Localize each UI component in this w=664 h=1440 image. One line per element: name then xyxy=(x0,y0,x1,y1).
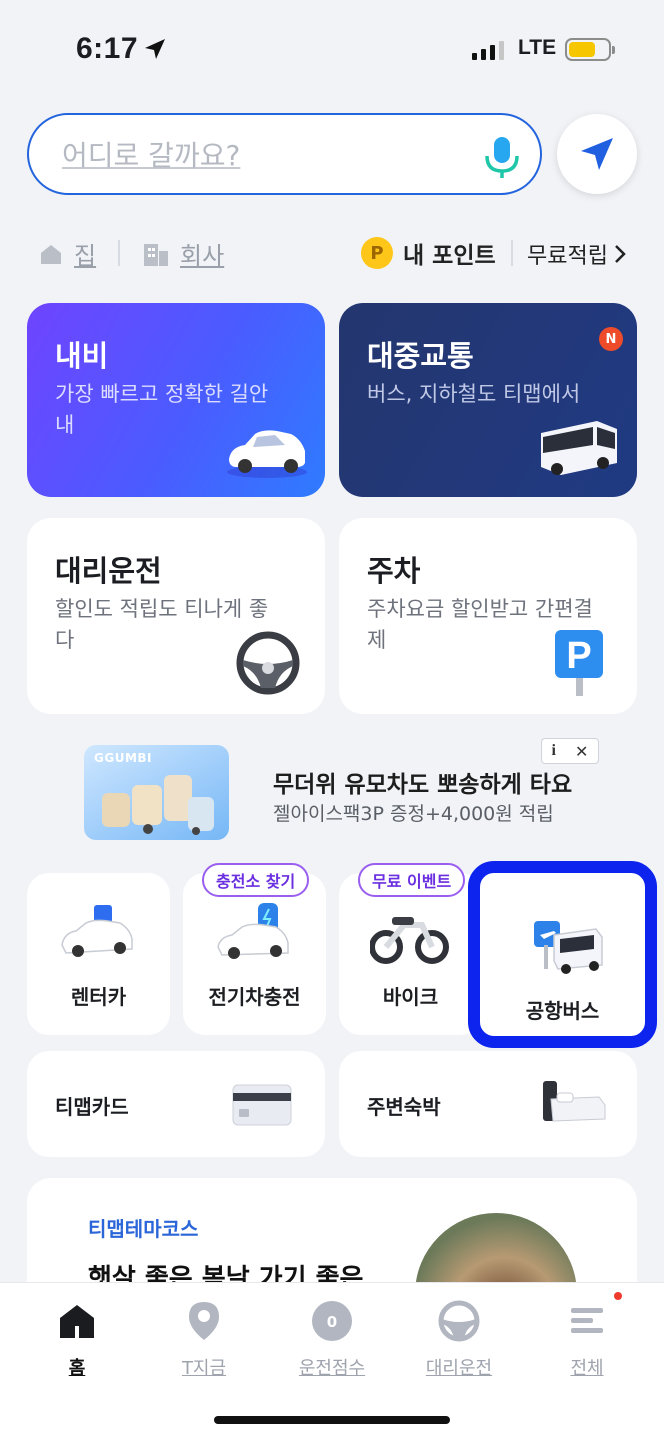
tab-designated-driver-label: 대리운전 xyxy=(425,1358,493,1379)
tile-airport-bus[interactable]: 공항버스 xyxy=(468,861,657,1048)
tile-airport-bus-label: 공항버스 xyxy=(525,999,600,1023)
close-icon[interactable]: ✕ xyxy=(575,742,588,761)
point-coin-icon: P xyxy=(361,237,393,269)
ad-controls[interactable]: i ✕ xyxy=(541,738,599,764)
tile-rental-car-label: 렌터카 xyxy=(70,985,127,1009)
tile-bike[interactable]: 바이크 xyxy=(339,873,482,1035)
location-arrow-icon xyxy=(145,39,165,59)
free-earn-label: 무료적립 xyxy=(527,244,608,269)
ad-title[interactable]: 무더위 유모차도 뽀송하게 타요 xyxy=(273,765,572,799)
shortcut-home-label: 집 xyxy=(74,242,97,270)
parking-sign-icon: P xyxy=(555,630,603,696)
transit-card[interactable]: 대중교통 버스, 지하철도 티맵에서 N xyxy=(339,303,637,497)
menu-icon xyxy=(571,1308,603,1333)
theme-tag: 티맵테마코스 xyxy=(88,1217,199,1241)
tile-tmap-card-label: 티맵카드 xyxy=(55,1095,129,1119)
rental-car-icon xyxy=(61,905,133,957)
ev-charger-icon xyxy=(217,903,289,959)
signal-icon xyxy=(472,40,504,60)
navi-card[interactable]: 내비 가장 빠르고 정확한 길안내 xyxy=(27,303,325,497)
search-input[interactable] xyxy=(62,135,462,175)
battery-tip xyxy=(612,46,615,54)
ad-brand: GGUMBI xyxy=(94,751,152,765)
current-location-button[interactable] xyxy=(557,114,637,194)
tab-home[interactable]: 홈 xyxy=(27,1298,127,1380)
parking-title: 주차 xyxy=(367,554,421,588)
bike-icon xyxy=(370,917,449,964)
info-icon[interactable]: i xyxy=(552,742,556,760)
microphone-icon[interactable] xyxy=(481,135,523,181)
tile-rental-car[interactable]: 렌터카 xyxy=(27,873,170,1035)
tile-tmap-card[interactable]: 티맵카드 xyxy=(27,1051,325,1157)
baby-car-seat-icon xyxy=(102,775,214,835)
navi-title: 내비 xyxy=(55,339,109,373)
steering-wheel-icon xyxy=(236,631,300,695)
notification-dot xyxy=(614,1292,622,1300)
tab-t-now[interactable]: T지금 xyxy=(154,1298,254,1380)
credit-card-icon xyxy=(232,1084,292,1126)
ad-banner-image[interactable]: GGUMBI xyxy=(84,745,229,840)
airport-bus-icon xyxy=(534,921,603,974)
find-charger-tag[interactable]: 충전소 찾기 xyxy=(202,863,310,897)
tile-nearby-lodging[interactable]: 주변숙박 xyxy=(339,1051,637,1157)
tab-t-now-label: T지금 xyxy=(181,1358,227,1379)
tab-home-label: 홈 xyxy=(68,1358,86,1379)
home-icon xyxy=(60,1305,94,1338)
shortcut-home[interactable]: 집 xyxy=(38,236,96,271)
search-bar[interactable] xyxy=(27,113,542,195)
free-earn-link[interactable]: 무료적립 xyxy=(527,238,626,270)
network-label: LTE xyxy=(518,36,557,59)
tile-ev-charging-label: 전기차충전 xyxy=(208,985,301,1009)
house-icon xyxy=(41,244,61,264)
steering-wheel-icon xyxy=(438,1300,480,1342)
gauge-icon: 0 xyxy=(312,1301,352,1341)
tile-bike-label: 바이크 xyxy=(382,985,439,1009)
tab-driving-score-label: 운전점수 xyxy=(298,1358,366,1379)
divider xyxy=(118,240,120,266)
tab-all-label: 전체 xyxy=(570,1358,604,1379)
tile-nearby-lodging-label: 주변숙박 xyxy=(367,1095,441,1119)
tab-driving-score[interactable]: 0 운전점수 xyxy=(282,1298,382,1380)
svg-text:P: P xyxy=(566,635,591,677)
building-icon xyxy=(144,243,168,266)
car-icon xyxy=(227,430,307,478)
free-event-tag[interactable]: 무료 이벤트 xyxy=(358,863,466,897)
my-points-button[interactable]: P 내 포인트 xyxy=(361,236,496,270)
divider xyxy=(511,240,513,266)
new-badge: N xyxy=(599,327,623,351)
bed-icon xyxy=(543,1081,606,1122)
gauge-value: 0 xyxy=(327,1313,337,1331)
navigation-arrow-icon xyxy=(581,138,613,170)
pin-icon xyxy=(189,1302,219,1340)
tab-all[interactable]: 전체 xyxy=(537,1298,637,1380)
status-time: 6:17 xyxy=(76,32,139,65)
home-indicator[interactable] xyxy=(214,1416,450,1424)
transit-title: 대중교통 xyxy=(367,339,474,373)
parking-card[interactable]: 주차 주차요금 할인받고 간편결제 P xyxy=(339,518,637,714)
driver-title: 대리운전 xyxy=(55,554,162,588)
transit-desc: 버스, 지하철도 티맵에서 xyxy=(367,382,581,406)
chevron-right-icon xyxy=(615,245,626,263)
shortcut-office[interactable]: 회사 xyxy=(142,236,224,271)
battery-icon xyxy=(565,38,611,61)
tab-designated-driver[interactable]: 대리운전 xyxy=(409,1298,509,1380)
ad-subtitle: 젤아이스팩3P 증정+4,000원 적립 xyxy=(273,803,554,825)
designated-driver-card[interactable]: 대리운전 할인도 적립도 티나게 좋다 xyxy=(27,518,325,714)
bus-icon xyxy=(541,421,617,475)
my-points-label: 내 포인트 xyxy=(403,243,496,269)
shortcut-office-label: 회사 xyxy=(180,242,225,270)
tile-ev-charging[interactable]: 전기차충전 xyxy=(183,873,326,1035)
